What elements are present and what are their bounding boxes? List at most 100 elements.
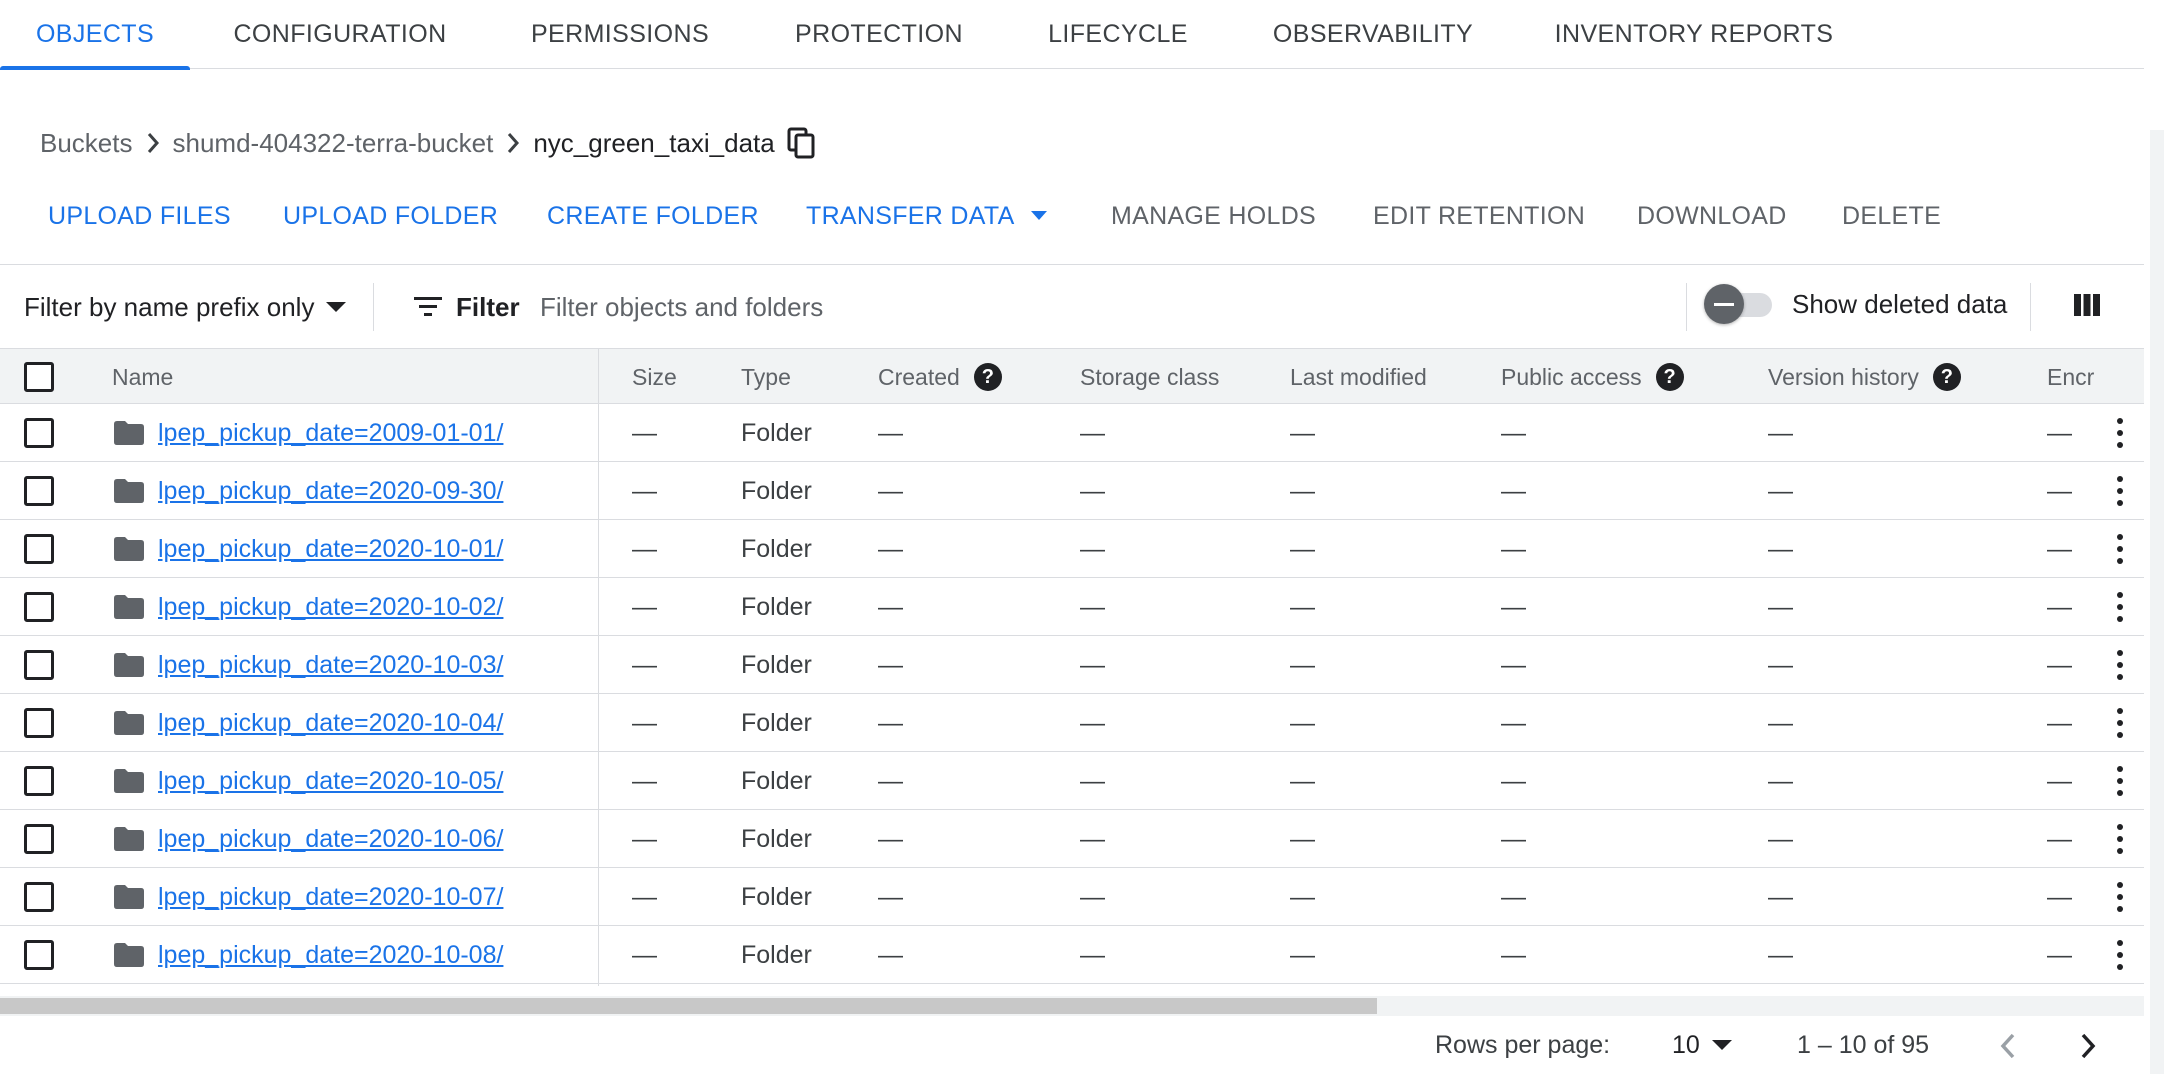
column-view-icon[interactable]: [2072, 290, 2102, 320]
cell-size: —: [632, 534, 657, 563]
vertical-scrollbar[interactable]: [2150, 130, 2164, 1074]
table-row[interactable]: lpep_pickup_date=2009-01-01/ — Folder — — — — —…: [0, 404, 2144, 462]
copy-icon[interactable]: [787, 125, 817, 161]
folder-link[interactable]: lpep_pickup_date=2020-10-04/: [158, 709, 503, 738]
more-vert-icon[interactable]: [2112, 650, 2128, 680]
more-vert-icon[interactable]: [2112, 592, 2128, 622]
help-icon[interactable]: ?: [1655, 363, 1684, 391]
tab-observability[interactable]: OBSERVABILITY: [1264, 0, 1482, 69]
delete-button[interactable]: DELETE: [1842, 188, 1941, 244]
help-icon[interactable]: ?: [973, 363, 1002, 391]
page-range: 1 – 10 of 95: [1797, 1030, 1930, 1059]
header-created-label[interactable]: Created: [878, 364, 960, 391]
header-encryption[interactable]: Encr: [2047, 349, 2094, 405]
help-icon[interactable]: ?: [1932, 363, 1961, 391]
pagination: Rows per page: 10 1 – 10 of 95: [0, 1016, 2144, 1074]
folder-link[interactable]: lpep_pickup_date=2020-10-07/: [158, 883, 503, 912]
header-type[interactable]: Type: [741, 349, 791, 405]
row-checkbox[interactable]: [24, 708, 54, 738]
more-vert-icon[interactable]: [2112, 418, 2128, 448]
tab-objects[interactable]: OBJECTS: [0, 0, 190, 70]
tab-lifecycle[interactable]: LIFECYCLE: [1038, 0, 1198, 69]
more-vert-icon[interactable]: [2112, 824, 2128, 854]
row-checkbox[interactable]: [24, 824, 54, 854]
header-public-access: Public access ?: [1501, 349, 1684, 405]
header-version-history-label[interactable]: Version history: [1768, 364, 1919, 391]
select-all-checkbox[interactable]: [24, 362, 54, 392]
row-checkbox[interactable]: [24, 650, 54, 680]
header-last-modified[interactable]: Last modified: [1290, 349, 1427, 405]
row-checkbox[interactable]: [24, 940, 54, 970]
row-checkbox[interactable]: [24, 476, 54, 506]
tab-protection[interactable]: PROTECTION: [780, 0, 978, 69]
rows-per-page-label: Rows per page:: [1435, 1030, 1611, 1059]
upload-folder-button[interactable]: UPLOAD FOLDER: [283, 188, 498, 244]
filter-mode-select[interactable]: Filter by name prefix only: [24, 265, 347, 349]
arrow-drop-down-icon: [1711, 1039, 1732, 1051]
manage-holds-button[interactable]: MANAGE HOLDS: [1111, 188, 1316, 244]
show-deleted-toggle[interactable]: [1704, 284, 1776, 324]
row-checkbox[interactable]: [24, 882, 54, 912]
folder-link[interactable]: lpep_pickup_date=2020-10-05/: [158, 767, 503, 796]
more-vert-icon[interactable]: [2112, 882, 2128, 912]
rows-per-page-select[interactable]: 10: [1672, 1016, 1732, 1074]
cell-size: —: [632, 476, 657, 505]
cell-encryption: —: [2047, 824, 2072, 853]
cell-public-access: —: [1501, 708, 1526, 737]
transfer-data-button[interactable]: TRANSFER DATA: [806, 188, 1047, 244]
upload-files-button[interactable]: UPLOAD FILES: [48, 188, 231, 244]
cell-created: —: [878, 476, 903, 505]
cell-last-modified: —: [1290, 824, 1315, 853]
filter-objects-input[interactable]: [540, 285, 1660, 329]
tab-inventory-reports[interactable]: INVENTORY REPORTS: [1552, 0, 1836, 69]
more-vert-icon[interactable]: [2112, 534, 2128, 564]
header-public-access-label[interactable]: Public access: [1501, 364, 1642, 391]
header-storage-class[interactable]: Storage class: [1080, 349, 1219, 405]
folder-icon: [114, 462, 144, 520]
table-row[interactable]: lpep_pickup_date=2020-10-07/ — Folder — — — — —…: [0, 868, 2144, 926]
folder-link[interactable]: lpep_pickup_date=2020-09-30/: [158, 477, 503, 506]
breadcrumb-bucket-link[interactable]: shumd-404322-terra-bucket: [173, 128, 494, 159]
table-row[interactable]: lpep_pickup_date=2020-10-01/ — Folder — — — — —…: [0, 520, 2144, 578]
header-name[interactable]: Name: [112, 349, 173, 405]
row-checkbox[interactable]: [24, 766, 54, 796]
table-row[interactable]: lpep_pickup_date=2020-10-04/ — Folder — — — — —…: [0, 694, 2144, 752]
table-row[interactable]: lpep_pickup_date=2020-10-06/ — Folder — — — — —…: [0, 810, 2144, 868]
tab-permissions[interactable]: PERMISSIONS: [520, 0, 720, 69]
breadcrumb-buckets-link[interactable]: Buckets: [40, 128, 133, 159]
edit-retention-button[interactable]: EDIT RETENTION: [1373, 188, 1585, 244]
create-folder-button[interactable]: CREATE FOLDER: [547, 188, 759, 244]
more-vert-icon[interactable]: [2112, 766, 2128, 796]
chevron-left-icon[interactable]: [1990, 1028, 2026, 1064]
download-button[interactable]: DOWNLOAD: [1637, 188, 1787, 244]
folder-link[interactable]: lpep_pickup_date=2020-10-02/: [158, 593, 503, 622]
tab-configuration[interactable]: CONFIGURATION: [222, 0, 458, 69]
chevron-right-icon: [493, 122, 533, 164]
breadcrumb-current-folder: nyc_green_taxi_data: [533, 127, 775, 158]
table-row[interactable]: lpep_pickup_date=2020-10-08/ — Folder — — — — —…: [0, 926, 2144, 984]
cell-type: Folder: [741, 940, 812, 969]
chevron-right-icon[interactable]: [2070, 1028, 2106, 1064]
cell-storage-class: —: [1080, 824, 1105, 853]
table-row[interactable]: lpep_pickup_date=2020-09-30/ — Folder — — — — —…: [0, 462, 2144, 520]
folder-link[interactable]: lpep_pickup_date=2020-10-03/: [158, 651, 503, 680]
horizontal-scrollbar[interactable]: [0, 998, 1377, 1014]
transfer-data-label: TRANSFER DATA: [806, 201, 1015, 230]
row-checkbox[interactable]: [24, 418, 54, 448]
table-row[interactable]: lpep_pickup_date=2020-10-03/ — Folder — — — — —…: [0, 636, 2144, 694]
folder-link[interactable]: lpep_pickup_date=2020-10-06/: [158, 825, 503, 854]
row-checkbox[interactable]: [24, 592, 54, 622]
more-vert-icon[interactable]: [2112, 476, 2128, 506]
table-row[interactable]: lpep_pickup_date=2020-10-05/ — Folder — — — — —…: [0, 752, 2144, 810]
filter-button[interactable]: Filter: [414, 265, 520, 349]
header-size[interactable]: Size: [632, 349, 677, 405]
folder-link[interactable]: lpep_pickup_date=2020-10-08/: [158, 941, 503, 970]
folder-icon: [114, 578, 144, 636]
more-vert-icon[interactable]: [2112, 940, 2128, 970]
cell-type: Folder: [741, 592, 812, 621]
row-checkbox[interactable]: [24, 534, 54, 564]
table-row[interactable]: lpep_pickup_date=2020-10-02/ — Folder — — — — —…: [0, 578, 2144, 636]
folder-link[interactable]: lpep_pickup_date=2020-10-01/: [158, 535, 503, 564]
folder-link[interactable]: lpep_pickup_date=2009-01-01/: [158, 419, 503, 448]
more-vert-icon[interactable]: [2112, 708, 2128, 738]
